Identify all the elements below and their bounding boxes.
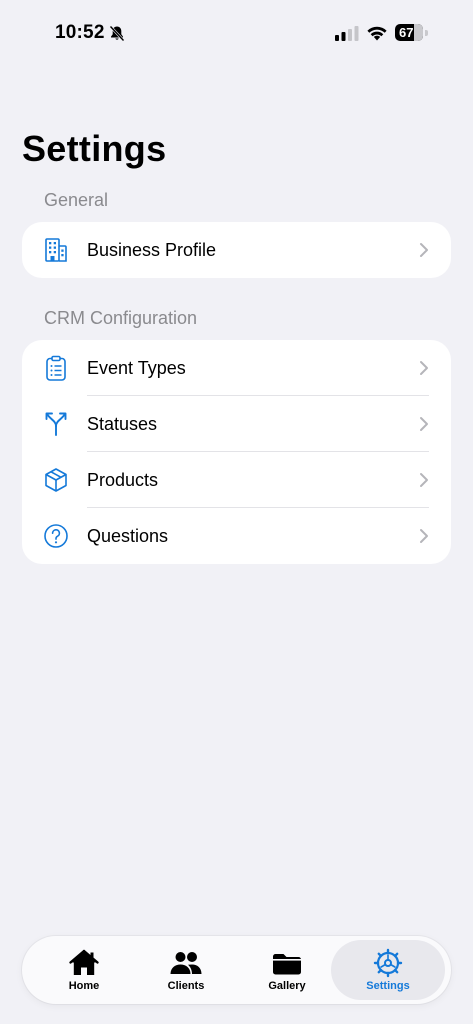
chevron-right-icon bbox=[420, 361, 428, 375]
tab-gallery[interactable]: Gallery bbox=[236, 940, 338, 1000]
settings-row-statuses[interactable]: Statuses bbox=[22, 396, 451, 452]
chevron-right-icon bbox=[420, 243, 428, 257]
tab-label: Home bbox=[68, 980, 100, 992]
settings-row-label: Business Profile bbox=[87, 240, 217, 260]
section-header-crm-configuration: CRM Configuration bbox=[44, 308, 198, 328]
building-icon bbox=[42, 236, 70, 264]
question-circle-icon bbox=[42, 522, 70, 550]
bell-off-icon bbox=[109, 25, 125, 42]
battery-cap bbox=[425, 30, 428, 36]
chevron-right-icon bbox=[420, 529, 428, 543]
house-icon bbox=[67, 948, 101, 978]
branch-arrows-icon bbox=[42, 410, 70, 438]
settings-row-questions[interactable]: Questions bbox=[22, 508, 451, 564]
settings-row-business-profile[interactable]: Business Profile bbox=[22, 222, 451, 278]
tab-bar: Home Clients Gallery Settings bbox=[22, 936, 451, 1004]
wifi-icon bbox=[367, 26, 387, 41]
battery-percent: 67 bbox=[399, 25, 414, 40]
status-time: 10:52 bbox=[55, 22, 105, 43]
tab-clients[interactable]: Clients bbox=[135, 940, 237, 1000]
people-icon bbox=[169, 948, 203, 978]
section-header-general: General bbox=[44, 190, 109, 210]
settings-row-label: Event Types bbox=[87, 358, 186, 378]
tab-label: Clients bbox=[167, 980, 205, 992]
settings-group-general: Business Profile bbox=[22, 222, 451, 278]
gear-icon bbox=[371, 948, 405, 978]
settings-row-products[interactable]: Products bbox=[22, 452, 451, 508]
tab-label: Gallery bbox=[268, 980, 306, 992]
settings-row-label: Questions bbox=[87, 526, 169, 546]
page-title: Settings bbox=[22, 128, 167, 169]
settings-row-label: Products bbox=[87, 470, 159, 490]
clipboard-list-icon bbox=[42, 354, 70, 382]
cellular-signal-icon bbox=[335, 26, 359, 41]
chevron-right-icon bbox=[420, 473, 428, 487]
tab-home[interactable]: Home bbox=[33, 940, 135, 1000]
box-icon bbox=[42, 466, 70, 494]
status-bar: 10:52 67 bbox=[0, 0, 473, 60]
tab-label: Settings bbox=[366, 980, 410, 992]
folder-icon bbox=[270, 948, 304, 978]
battery-indicator: 67 bbox=[395, 24, 423, 41]
tab-settings[interactable]: Settings bbox=[331, 940, 445, 1000]
chevron-right-icon bbox=[420, 417, 428, 431]
settings-group-crm-configuration: Event Types Statuses Products Questions bbox=[22, 340, 451, 564]
settings-row-event-types[interactable]: Event Types bbox=[22, 340, 451, 396]
settings-row-label: Statuses bbox=[87, 414, 158, 434]
